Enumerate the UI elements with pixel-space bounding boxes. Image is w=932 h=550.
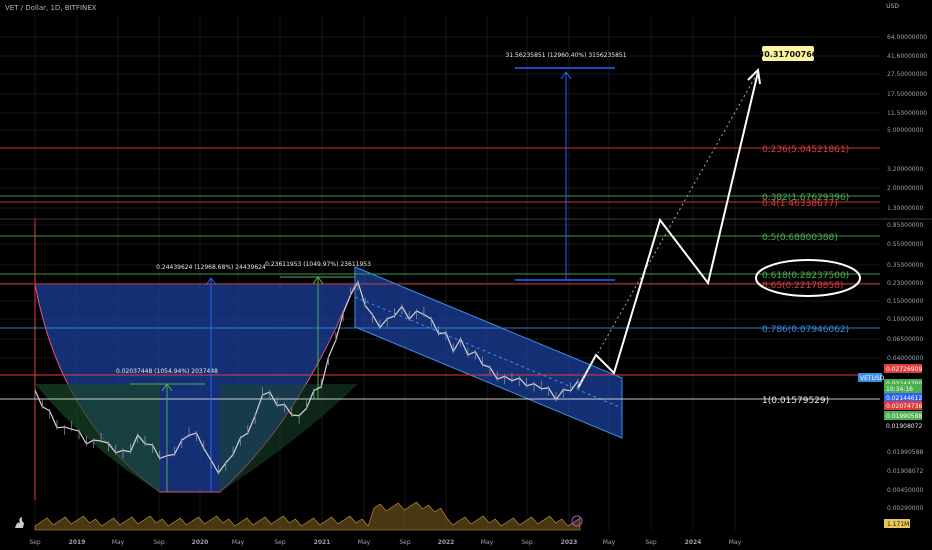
price-tag-label: 0.02074736 [886, 403, 922, 410]
x-tick-label: Sep [29, 539, 41, 546]
x-tick-label: May [481, 539, 494, 546]
channel-midline [354, 296, 623, 409]
price-tag-label: 10:34:16 [886, 386, 913, 393]
x-tick-label: Sep [274, 539, 286, 546]
x-tick-label: 2019 [69, 539, 86, 546]
y-tick-label: 17.50000000 [887, 91, 927, 98]
x-tick-label: 2023 [561, 539, 578, 546]
y-tick-label: 2.00000000 [887, 185, 923, 192]
fib-label-0.236: 0.236(5.04521861) [762, 145, 849, 155]
measure-1-label: 0.02037448 (1054.94%) 2037448 [116, 368, 218, 375]
y-tick-label: 0.01990588 [887, 449, 923, 456]
measure-3-label: 0.23611953 (1049.97%) 23611953 [265, 261, 371, 268]
y-tick-label: 0.23000000 [887, 280, 923, 287]
x-tick-label: Sep [153, 539, 165, 546]
tradingview-logo-icon[interactable] [12, 515, 28, 531]
fib-label-0.65: 0.65(0.22178858) [762, 281, 843, 291]
y-tick-label: 3.20000000 [887, 166, 923, 173]
x-tick-label: 2024 [685, 539, 702, 546]
y-tick-label: 0.01908072 [887, 468, 923, 475]
price-tag-label: 0.02726909 [886, 366, 922, 373]
price-tag-label: VETUSD [860, 375, 885, 382]
y-tick-label: 27.50000000 [887, 71, 927, 78]
y-tick-label: 41.60000000 [887, 53, 927, 60]
x-tick-label: May [729, 539, 742, 546]
y-tick-label: 0.00290000 [887, 505, 923, 512]
x-tick-label: 2020 [192, 539, 209, 546]
x-tick-label: Sep [399, 539, 411, 546]
y-tick-label: 0.35000000 [887, 262, 923, 269]
x-tick-label: May [232, 539, 245, 546]
y-tick-label: 11.50000000 [887, 110, 927, 117]
y-tick-label: 0.00450000 [887, 487, 923, 494]
price-tag-label: 0.01990588 [886, 413, 922, 420]
x-tick-label: 2021 [314, 539, 331, 546]
measure-2-label: 0.24439624 (12968.68%) 24439624 [156, 264, 266, 271]
volume-tag-label: 1.171M [887, 521, 909, 528]
target-price-label: 30.31700766 [759, 50, 818, 59]
y-tick-label: 0.85000000 [887, 222, 923, 229]
price-chart[interactable]: 0.236(5.04521861)0.382(1.67629396)0.4(1.… [0, 0, 932, 550]
x-tick-label: May [603, 539, 616, 546]
fib-label-0.5: 0.5(0.68800388) [762, 233, 838, 243]
symbol-title: VET / Dollar, 1D, BITFINEX [5, 4, 97, 12]
price-tag-label: 0.01908072 [886, 423, 922, 430]
y-tick-label: 0.04000000 [887, 355, 923, 362]
fib-label-0.786: 0.786(0.07946062) [762, 325, 849, 335]
projection-dashed [577, 71, 759, 389]
y-tick-label: 5.00000000 [887, 127, 923, 134]
y-tick-label: 1.30000000 [887, 205, 923, 212]
currency-label: USD [886, 3, 899, 10]
x-tick-label: May [358, 539, 371, 546]
fib-label-0.4: 0.4(1.46338677) [762, 199, 838, 209]
y-tick-label: 0.10000000 [887, 316, 923, 323]
projection-arrowhead [747, 67, 761, 85]
y-tick-label: 0.06500000 [887, 336, 923, 343]
y-tick-label: 0.15000000 [887, 298, 923, 305]
y-tick-label: 64.00000000 [887, 34, 927, 41]
x-tick-label: Sep [521, 539, 533, 546]
fib-label-0.618: 0.618(0.28237500) [762, 271, 849, 281]
price-tag-label: 0.02144612 [886, 395, 922, 402]
x-tick-label: 2022 [438, 539, 455, 546]
fib-label-1: 1(0.01579529) [762, 396, 829, 406]
x-tick-label: May [112, 539, 125, 546]
measure-4-label: 31.56235851 (12960.40%) 3156235851 [505, 52, 626, 59]
y-tick-label: 0.55000000 [887, 241, 923, 248]
volume-area [34, 501, 581, 531]
x-tick-label: Sep [645, 539, 657, 546]
green-pattern-fill [35, 384, 160, 492]
